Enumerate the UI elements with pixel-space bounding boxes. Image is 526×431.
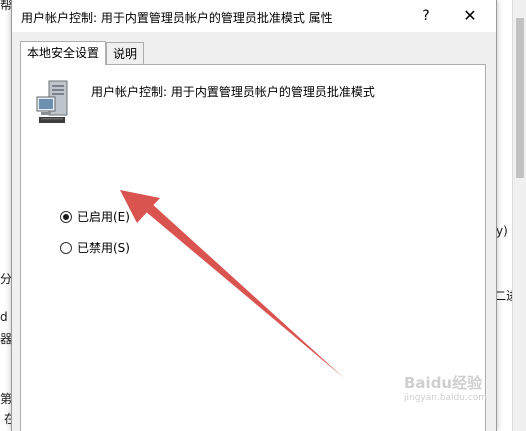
tab-local-security-setting[interactable]: 本地安全设置	[20, 41, 107, 65]
watermark-url: jingyan.baidu.com	[404, 393, 488, 403]
baidu-watermark: Baidu经验 jingyan.baidu.com	[404, 372, 498, 416]
watermark-title: Baidu经验	[404, 374, 483, 392]
